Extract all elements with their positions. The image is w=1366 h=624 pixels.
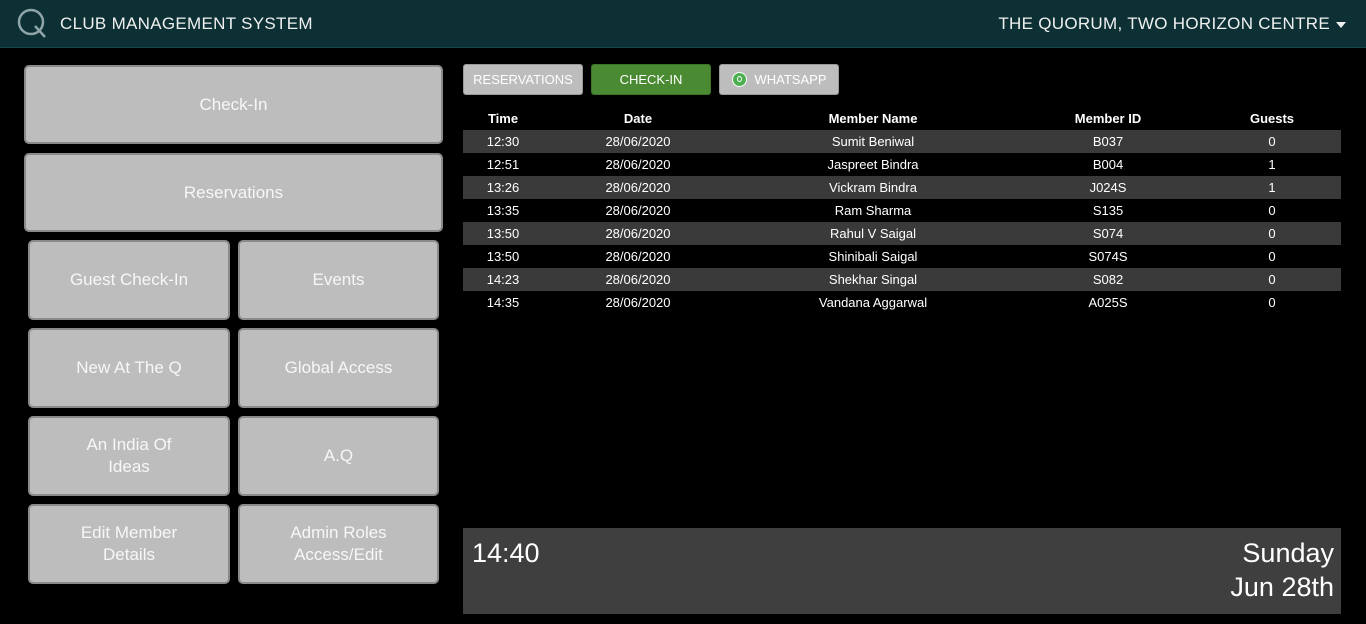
global-access-button[interactable]: Global Access [238,328,439,408]
cell-time: 14:23 [463,268,543,291]
tab-check-in[interactable]: CHECK-IN [591,64,711,95]
cell-member-name: Rahul V Saigal [733,222,1013,245]
aq-button[interactable]: A.Q [238,416,439,496]
cell-guests: 1 [1268,157,1276,172]
checkin-table: Time Date Member Name Member ID Guests 1… [463,107,1341,314]
cell-member-name: Shekhar Singal [733,268,1013,291]
table-row[interactable]: 12:30 28/06/2020 Sumit Beniwal B037 0 [463,130,1341,153]
clock-time: 14:40 [472,538,540,568]
cell-member-name: Vandana Aggarwal [818,295,928,310]
admin-roles-button[interactable]: Admin Roles Access/Edit [238,504,439,584]
table-row[interactable]: 14:35 28/06/2020 Vandana Aggarwal A025S … [463,291,1341,314]
tab-check-in-label: CHECK-IN [619,72,683,87]
column-header-time: Time [487,111,519,126]
cell-guests: 1 [1203,176,1341,199]
cell-date: 28/06/2020 [605,157,671,172]
cell-time: 13:35 [486,203,520,218]
reservations-button[interactable]: Reservations [24,153,443,232]
cell-time: 12:51 [486,157,520,172]
tab-reservations-label: RESERVATIONS [473,72,573,87]
cell-guests: 0 [1268,295,1276,310]
top-bar: CLUB MANAGEMENT SYSTEM THE QUORUM, TWO H… [0,0,1366,48]
cell-member-id: S074S [1088,249,1128,264]
clock-day: Sunday [1242,538,1334,568]
cell-guests: 0 [1268,203,1276,218]
quorum-logo-icon [17,8,46,38]
cell-member-name: Jaspreet Bindra [827,157,919,172]
cell-member-name: Ram Sharma [834,203,912,218]
chevron-down-icon[interactable] [1336,22,1346,28]
cell-member-id: A025S [1088,295,1128,310]
table-row[interactable]: 13:26 28/06/2020 Vickram Bindra J024S 1 [463,176,1341,199]
aq-label: A.Q [323,446,354,465]
app-title: CLUB MANAGEMENT SYSTEM [60,14,313,33]
tab-whatsapp-label: WHATSAPP [754,72,827,87]
check-in-button[interactable]: Check-In [24,65,443,144]
cell-date: 28/06/2020 [543,176,733,199]
cell-date: 28/06/2020 [543,130,733,153]
cell-guests: 0 [1203,130,1341,153]
cell-time: 12:30 [463,130,543,153]
events-label: Events [312,270,365,289]
cell-date: 28/06/2020 [543,222,733,245]
table-header-row: Time Date Member Name Member ID Guests [463,107,1341,130]
cell-member-id: S135 [1092,203,1124,218]
cell-member-name: Shinibali Saigal [828,249,918,264]
cell-guests: 0 [1203,268,1341,291]
cell-time: 14:35 [486,295,520,310]
cell-guests: 0 [1268,249,1276,264]
column-header-member-name: Member Name [828,111,918,126]
global-access-label: Global Access [284,358,393,377]
admin-roles-label: Admin Roles Access/Edit [290,523,387,564]
table-row[interactable]: 14:23 28/06/2020 Shekhar Singal S082 0 [463,268,1341,291]
table-row[interactable]: 13:35 28/06/2020 Ram Sharma S135 0 [463,199,1341,222]
clock-panel: 14:40 Sunday Jun 28th [463,528,1341,614]
cell-time: 13:50 [486,249,520,264]
clock-date: Jun 28th [1230,572,1334,602]
column-header-date: Date [623,111,653,126]
events-button[interactable]: Events [238,240,439,320]
an-india-of-ideas-button[interactable]: An India Of Ideas [28,416,230,496]
cell-member-id: S074 [1013,222,1203,245]
cell-member-id: B037 [1013,130,1203,153]
edit-member-details-button[interactable]: Edit Member Details [28,504,230,584]
location-selector[interactable]: THE QUORUM, TWO HORIZON CENTRE [998,14,1330,34]
tab-reservations[interactable]: RESERVATIONS [463,64,583,95]
column-header-guests: Guests [1249,111,1295,126]
cell-date: 28/06/2020 [605,295,671,310]
edit-member-details-label: Edit Member Details [80,523,178,564]
check-in-label: Check-In [199,94,268,114]
cell-member-name: Sumit Beniwal [733,130,1013,153]
cell-time: 13:50 [463,222,543,245]
cell-time: 13:26 [463,176,543,199]
table-row[interactable]: 13:50 28/06/2020 Shinibali Saigal S074S … [463,245,1341,268]
cell-member-id: J024S [1013,176,1203,199]
tab-whatsapp[interactable]: WHATSAPP [719,64,839,95]
cell-date: 28/06/2020 [605,249,671,264]
cell-date: 28/06/2020 [543,268,733,291]
an-india-of-ideas-label: An India Of Ideas [86,435,172,476]
new-at-the-q-label: New At The Q [76,358,182,377]
guest-check-in-button[interactable]: Guest Check-In [28,240,230,320]
whatsapp-icon [731,72,747,87]
cell-member-name: Vickram Bindra [733,176,1013,199]
new-at-the-q-button[interactable]: New At The Q [28,328,230,408]
cell-member-id: S082 [1013,268,1203,291]
cell-guests: 0 [1203,222,1341,245]
guest-check-in-label: Guest Check-In [69,270,189,289]
cell-member-id: B004 [1092,157,1124,172]
column-header-member-id: Member ID [1074,111,1142,126]
reservations-label: Reservations [183,182,284,202]
table-row[interactable]: 13:50 28/06/2020 Rahul V Saigal S074 0 [463,222,1341,245]
cell-date: 28/06/2020 [605,203,671,218]
table-row[interactable]: 12:51 28/06/2020 Jaspreet Bindra B004 1 [463,153,1341,176]
